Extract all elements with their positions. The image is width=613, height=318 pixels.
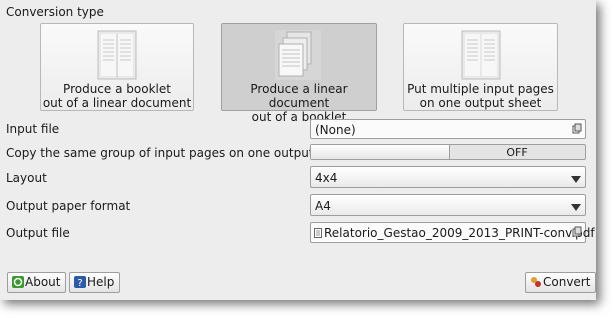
open-book-icon — [71, 28, 163, 83]
file-browse-icon[interactable] — [572, 123, 582, 137]
multi-page-mode-button[interactable]: Put multiple input pages on one output s… — [403, 23, 558, 111]
paper-format-value: A4 — [315, 199, 331, 213]
multi-page-mode-label: Put multiple input pages on one output s… — [407, 82, 554, 110]
converter-window: Conversion type Produce a booklet out of… — [0, 0, 597, 300]
input-file-chooser[interactable]: (None) — [310, 119, 586, 139]
paper-format-label: Output paper format — [6, 199, 131, 213]
convert-label: Convert — [543, 275, 591, 289]
about-label: About — [25, 275, 61, 289]
layout-value: 4x4 — [315, 171, 338, 185]
copy-group-label: Copy the same group of input pages on on… — [6, 146, 348, 160]
about-button[interactable]: About — [7, 272, 67, 293]
chevron-down-icon — [571, 201, 581, 215]
svg-text:?: ? — [77, 278, 82, 288]
convert-button[interactable]: Convert — [525, 272, 597, 293]
toggle-knob — [311, 145, 450, 159]
layout-select[interactable]: 4x4 — [310, 166, 586, 188]
file-browse-icon[interactable] — [572, 226, 582, 240]
output-file-chooser[interactable]: Relatorio_Gestao_2009_2013_PRINT-conv.pd… — [310, 222, 595, 243]
linear-mode-button[interactable]: Produce a linear document out of a bookl… — [221, 23, 377, 124]
copy-group-toggle[interactable]: OFF — [310, 144, 586, 160]
about-icon — [12, 276, 24, 291]
layout-label: Layout — [6, 171, 47, 185]
linear-mode-label: Produce a linear document out of a bookl… — [250, 82, 348, 124]
stacked-pages-icon — [253, 28, 345, 83]
output-file-label: Output file — [6, 226, 70, 240]
booklet-mode-button[interactable]: Produce a booklet out of a linear docume… — [40, 23, 194, 111]
conversion-type-heading: Conversion type — [6, 5, 104, 19]
toggle-state-text: OFF — [506, 146, 528, 159]
paper-format-select[interactable]: A4 — [310, 194, 586, 216]
help-button[interactable]: ? Help — [69, 272, 121, 293]
input-file-value: (None) — [315, 123, 356, 137]
output-file-name: Relatorio_Gestao_2009_2013_PRINT-conv.pd… — [324, 226, 595, 240]
chevron-down-icon — [571, 173, 581, 187]
booklet-mode-label: Produce a booklet out of a linear docume… — [42, 82, 192, 110]
multi-page-sheet-icon — [435, 28, 527, 83]
help-label: Help — [87, 275, 115, 289]
input-file-label: Input file — [6, 122, 60, 136]
convert-icon — [530, 276, 542, 291]
output-file-value: Relatorio_Gestao_2009_2013_PRINT-conv.pd… — [314, 226, 595, 241]
help-icon: ? — [74, 276, 86, 291]
pdf-file-icon — [314, 227, 322, 241]
